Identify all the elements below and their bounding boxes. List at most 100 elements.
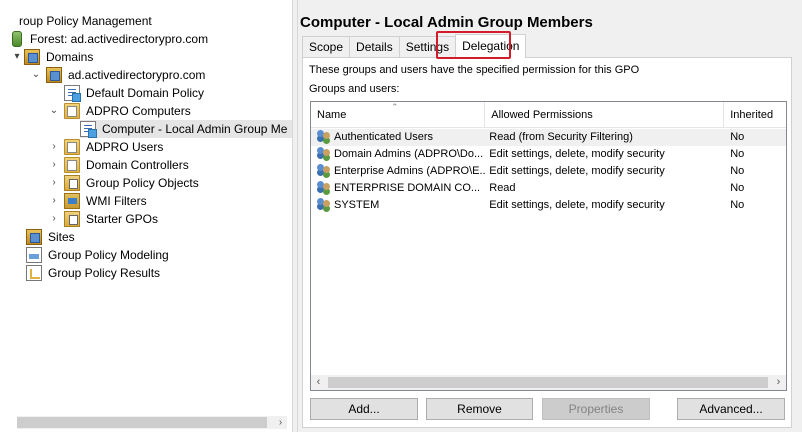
scroll-left-icon[interactable]: ‹	[311, 375, 326, 390]
tree-item-label: Sites	[48, 230, 75, 244]
ou-icon	[64, 157, 80, 173]
table-row[interactable]: ENTERPRISE DOMAIN CO... Read No	[311, 180, 786, 197]
row-inherited: No	[730, 131, 745, 143]
chevron-down-icon[interactable]: ▾	[14, 48, 20, 66]
table-row[interactable]: Enterprise Admins (ADPRO\E... Edit setti…	[311, 163, 786, 180]
chevron-right-icon[interactable]: ›	[48, 156, 60, 174]
tree-item-wmi-filters[interactable]: › WMI Filters	[48, 192, 149, 210]
user-group-icon	[317, 180, 331, 193]
tab-settings[interactable]: Settings	[398, 36, 457, 58]
groups-and-users-label: Groups and users:	[309, 83, 400, 95]
add-button[interactable]: Add...	[310, 398, 418, 420]
wmi-filter-icon	[64, 193, 80, 209]
tree-item-label: Forest: ad.activedirectorypro.com	[30, 32, 209, 46]
scrollbar-thumb[interactable]	[17, 417, 267, 428]
gpm-tree-pane: roup Policy Management Forest: ad.active…	[0, 0, 292, 432]
gpo-folder-icon	[64, 175, 80, 191]
scroll-right-icon[interactable]: ›	[771, 375, 786, 390]
gpo-link-icon	[64, 85, 81, 102]
ou-icon	[64, 103, 80, 119]
tree-item-adpro-computers[interactable]: ⌄ ADPRO Computers	[48, 102, 193, 120]
tree-item-label: WMI Filters	[86, 194, 147, 208]
row-name: ENTERPRISE DOMAIN CO...	[334, 182, 481, 194]
domain-icon	[46, 67, 62, 83]
gpo-title: Computer - Local Admin Group Members	[300, 14, 593, 31]
row-name: Authenticated Users	[334, 131, 434, 143]
tree-item-label: Group Policy Objects	[86, 176, 199, 190]
sites-icon	[26, 229, 42, 245]
permissions-list[interactable]: ⌃ Name Allowed Permissions Inherited Aut…	[310, 101, 787, 391]
tab-strip: Scope Details Settings Delegation	[302, 34, 527, 58]
tree-item-label: Domain Controllers	[86, 158, 189, 172]
properties-button[interactable]: Properties	[542, 398, 650, 420]
domains-icon	[24, 49, 40, 65]
row-permissions: Edit settings, delete, modify security	[489, 165, 665, 177]
tree-item-label: Domains	[46, 50, 94, 64]
chevron-down-icon[interactable]: ⌄	[30, 66, 42, 84]
row-inherited: No	[730, 148, 745, 160]
tree-item-group-policy-modeling[interactable]: Group Policy Modeling	[26, 246, 171, 264]
delegation-panel: These groups and users have the specifie…	[302, 57, 792, 428]
chevron-right-icon[interactable]: ›	[48, 138, 60, 156]
results-icon	[26, 265, 42, 281]
tab-scope[interactable]: Scope	[302, 36, 351, 58]
chevron-down-icon[interactable]: ⌄	[48, 102, 60, 120]
ou-icon	[64, 139, 80, 155]
chevron-right-icon[interactable]: ›	[48, 192, 60, 210]
gpo-link-icon	[80, 121, 97, 138]
tree-item-group-policy-management[interactable]: roup Policy Management	[17, 12, 154, 30]
tree-item-local-admin-gpo[interactable]: Computer - Local Admin Group Me	[80, 120, 292, 138]
column-header-inherited[interactable]: Inherited	[724, 102, 786, 128]
row-inherited: No	[730, 182, 745, 194]
tree-item-label: roup Policy Management	[19, 14, 152, 28]
forest-icon	[12, 31, 22, 47]
row-permissions: Read	[489, 182, 516, 194]
tree-horizontal-scrollbar[interactable]: ›	[17, 416, 287, 429]
column-header-label: Name	[317, 109, 347, 121]
chevron-right-icon[interactable]: ›	[48, 210, 60, 228]
column-header-name[interactable]: ⌃ Name	[311, 102, 486, 128]
sort-ascending-icon: ⌃	[391, 102, 399, 112]
list-body: Authenticated Users Read (from Security …	[311, 129, 786, 214]
remove-button[interactable]: Remove	[426, 398, 533, 420]
tree-item-forest[interactable]: Forest: ad.activedirectorypro.com	[12, 30, 210, 48]
gpo-details-pane: Computer - Local Admin Group Members Sco…	[298, 0, 802, 432]
tree-item-sites[interactable]: Sites	[26, 228, 77, 246]
row-inherited: No	[730, 165, 745, 177]
tree-item-domain-controllers[interactable]: › Domain Controllers	[48, 156, 191, 174]
table-row[interactable]: Authenticated Users Read (from Security …	[311, 129, 786, 146]
tree-item-domain[interactable]: ⌄ ad.activedirectorypro.com	[30, 66, 207, 84]
column-header-permissions[interactable]: Allowed Permissions	[485, 102, 725, 128]
delegation-description: These groups and users have the specifie…	[309, 64, 640, 76]
tree-item-default-domain-policy[interactable]: Default Domain Policy	[48, 84, 206, 102]
tree-item-group-policy-objects[interactable]: › Group Policy Objects	[48, 174, 201, 192]
user-group-icon	[317, 163, 331, 176]
user-group-icon	[317, 129, 331, 142]
tree-item-label: Group Policy Results	[48, 266, 161, 280]
row-permissions: Read (from Security Filtering)	[489, 131, 633, 143]
tree-item-starter-gpos[interactable]: › Starter GPOs	[48, 210, 160, 228]
row-inherited: No	[730, 199, 745, 211]
row-permissions: Edit settings, delete, modify security	[489, 199, 665, 211]
tree-item-label: ADPRO Users	[86, 140, 164, 154]
table-row[interactable]: Domain Admins (ADPRO\Do... Edit settings…	[311, 146, 786, 163]
list-horizontal-scrollbar[interactable]: ‹ ›	[311, 375, 786, 390]
tree-item-domains[interactable]: ▾ Domains	[14, 48, 95, 66]
column-header-label: Inherited	[730, 109, 774, 121]
row-name: Enterprise Admins (ADPRO\E...	[334, 165, 486, 177]
tab-details[interactable]: Details	[349, 36, 400, 58]
row-name: Domain Admins (ADPRO\Do...	[334, 148, 484, 160]
advanced-button[interactable]: Advanced...	[677, 398, 785, 420]
tree-item-group-policy-results[interactable]: Group Policy Results	[26, 264, 162, 282]
user-group-icon	[317, 146, 331, 159]
chevron-right-icon[interactable]: ›	[48, 174, 60, 192]
scrollbar-thumb[interactable]	[328, 377, 768, 388]
tree-item-label: Default Domain Policy	[86, 86, 205, 100]
tab-delegation[interactable]: Delegation	[455, 34, 527, 58]
tree-item-label: Group Policy Modeling	[48, 248, 169, 262]
scroll-right-icon[interactable]: ›	[274, 416, 287, 429]
tree-item-label: ADPRO Computers	[86, 104, 191, 118]
column-header-label: Allowed Permissions	[491, 109, 593, 121]
tree-item-adpro-users[interactable]: › ADPRO Users	[48, 138, 165, 156]
table-row[interactable]: SYSTEM Edit settings, delete, modify sec…	[311, 197, 786, 214]
